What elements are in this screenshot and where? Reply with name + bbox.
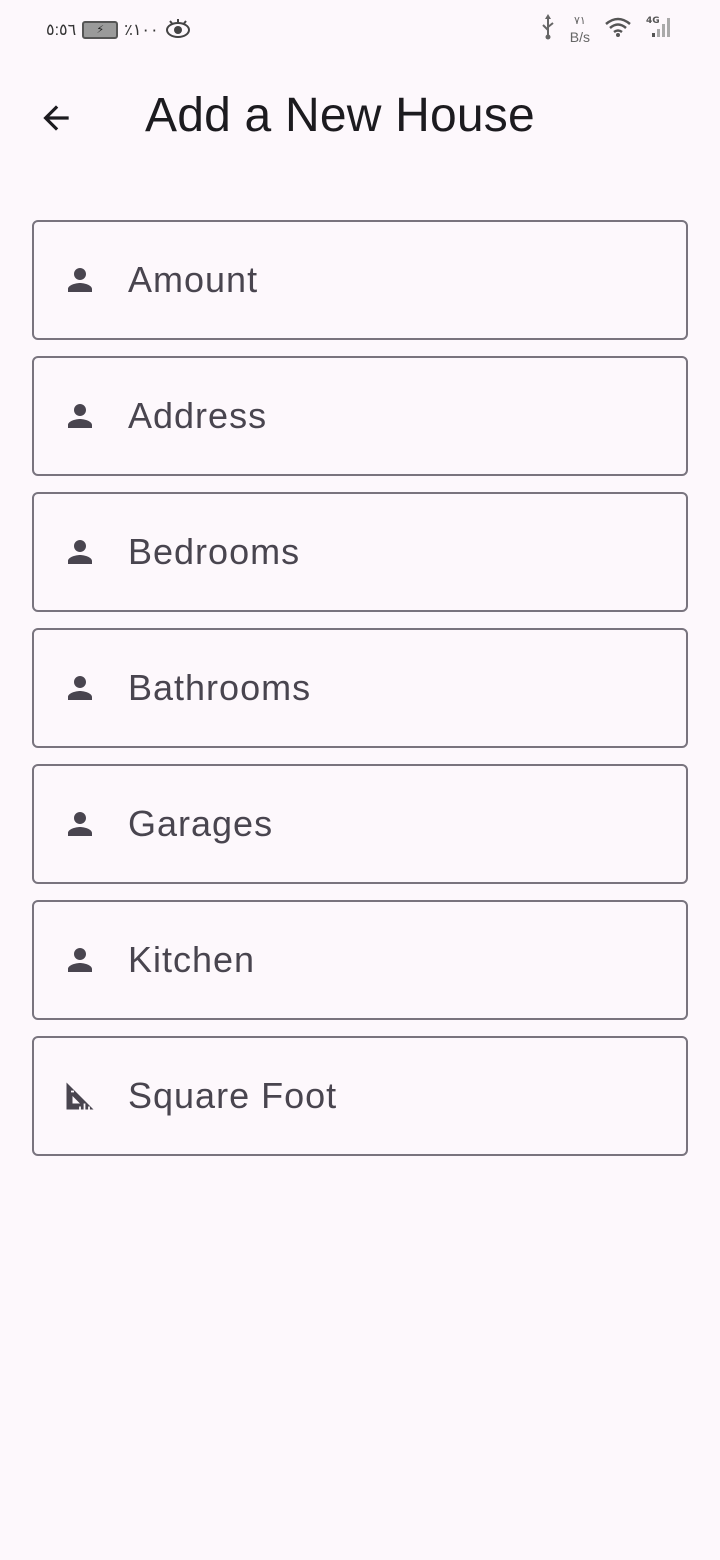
square-foot-input[interactable] [128, 1066, 686, 1126]
amount-field[interactable] [32, 220, 688, 340]
page-title: Add a New House [145, 89, 535, 142]
bedrooms-field[interactable] [32, 492, 688, 612]
bathrooms-field[interactable] [32, 628, 688, 748]
new-house-form [32, 220, 688, 1172]
status-bar: ٥:٥٦ ⚡ ٪١٠٠ ٧١ B/s 4G [0, 0, 720, 60]
square-foot-field[interactable] [32, 1036, 688, 1156]
battery-icon: ⚡ [82, 21, 119, 39]
back-button[interactable] [30, 92, 82, 144]
person-icon [62, 534, 98, 570]
net-speed-value: ٧١ [573, 15, 586, 27]
charging-bolt-icon: ⚡ [96, 23, 105, 36]
status-right: ٧١ B/s 4G [540, 12, 674, 46]
wifi-icon [604, 16, 632, 43]
address-field[interactable] [32, 356, 688, 476]
person-icon [62, 670, 98, 706]
cellular-signal-icon: 4G [646, 15, 674, 44]
kitchen-input[interactable] [128, 930, 686, 990]
square-foot-icon [62, 1078, 98, 1114]
person-icon [62, 942, 98, 978]
person-icon [62, 398, 98, 434]
bathrooms-input[interactable] [128, 658, 686, 718]
status-left: ٥:٥٦ ⚡ ٪١٠٠ [46, 18, 191, 42]
net-speed-unit: B/s [569, 29, 590, 45]
address-input[interactable] [128, 386, 686, 446]
kitchen-field[interactable] [32, 900, 688, 1020]
garages-field[interactable] [32, 764, 688, 884]
usb-icon [540, 13, 556, 45]
garages-input[interactable] [128, 794, 686, 854]
amount-input[interactable] [128, 250, 686, 310]
network-type-label: 4G [646, 16, 660, 26]
bedrooms-input[interactable] [128, 522, 686, 582]
app-bar: Add a New House [0, 70, 720, 162]
eye-icon [165, 17, 191, 44]
person-icon [62, 262, 98, 298]
status-time: ٥:٥٦ [46, 22, 77, 39]
arrow-back-icon [43, 105, 69, 131]
net-speed: ٧١ B/s [570, 13, 590, 45]
person-icon [62, 806, 98, 842]
battery-percent: ٪١٠٠ [124, 22, 159, 39]
